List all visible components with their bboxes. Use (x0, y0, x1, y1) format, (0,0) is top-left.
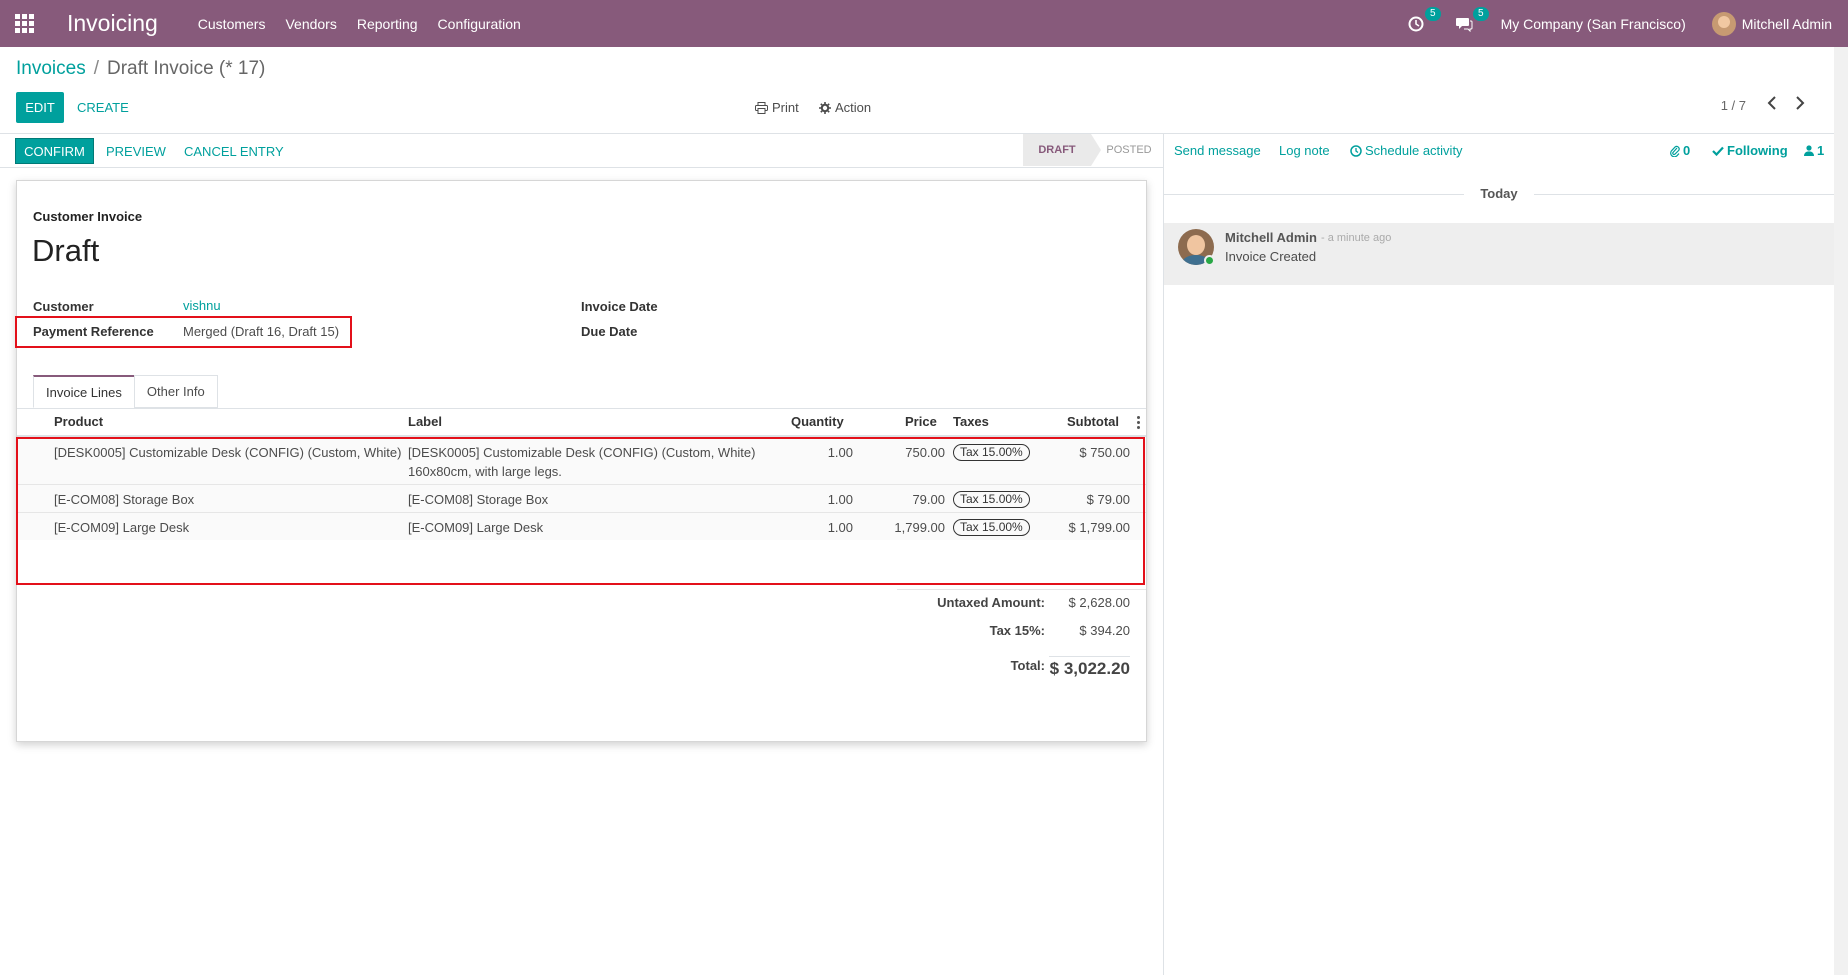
invoice-sheet: Customer Invoice Draft Customer vishnu P… (15, 180, 1147, 742)
attachments-button[interactable]: 0 (1670, 143, 1690, 158)
pager-value[interactable]: 1 / 7 (1721, 98, 1746, 113)
followers-count: 1 (1817, 143, 1825, 158)
schedule-activity-label: Schedule activity (1365, 143, 1463, 158)
confirm-button[interactable]: CONFIRM (15, 138, 94, 164)
breadcrumb: Invoices / Draft Invoice (* 17) (16, 58, 265, 80)
action-dropdown[interactable]: Action (819, 100, 871, 115)
edit-button[interactable]: EDIT (16, 92, 64, 123)
chatter-message[interactable]: Mitchell Admin - a minute ago Invoice Cr… (1164, 223, 1848, 285)
action-label: Action (835, 100, 872, 115)
menu-customers[interactable]: Customers (198, 16, 266, 32)
online-status-icon (1204, 255, 1215, 266)
clock-icon (1350, 144, 1362, 157)
tabs-divider (17, 408, 1146, 409)
log-note-button[interactable]: Log note (1279, 143, 1330, 158)
menu-configuration[interactable]: Configuration (438, 16, 521, 32)
stage-draft[interactable]: DRAFT (1023, 134, 1091, 166)
preview-button[interactable]: PREVIEW (106, 144, 166, 159)
message-author[interactable]: Mitchell Admin (1225, 230, 1317, 245)
create-button[interactable]: CREATE (77, 100, 129, 115)
invoice-title: Draft (32, 233, 100, 268)
menu-vendors[interactable]: Vendors (285, 16, 336, 32)
gear-icon (819, 101, 831, 114)
untaxed-amount-label: Untaxed Amount: (937, 595, 1045, 610)
schedule-activity-button[interactable]: Schedule activity (1350, 143, 1463, 158)
printer-icon (755, 101, 768, 114)
user-menu[interactable]: Mitchell Admin (1711, 11, 1832, 36)
highlight-payment-reference (15, 316, 352, 348)
tax-amount-value: $ 394.20 (1079, 623, 1130, 638)
top-navbar: Invoicing Customers Vendors Reporting Co… (0, 0, 1848, 47)
message-time: - a minute ago (1321, 232, 1392, 244)
column-taxes[interactable]: Taxes (953, 414, 989, 429)
invoice-date-label: Invoice Date (581, 299, 658, 314)
customer-field[interactable]: vishnu (183, 298, 221, 313)
totals-divider (897, 589, 1146, 590)
document-type: Customer Invoice (33, 209, 143, 224)
user-name: Mitchell Admin (1741, 15, 1832, 32)
breadcrumb-separator: / (93, 58, 99, 79)
following-label: Following (1727, 143, 1788, 158)
due-date-label: Due Date (581, 324, 638, 339)
print-dropdown[interactable]: Print (755, 100, 799, 115)
cancel-entry-button[interactable]: CANCEL ENTRY (184, 144, 284, 159)
total-amount-value: $ 3,022.20 (1049, 659, 1130, 678)
paperclip-icon (1670, 145, 1680, 157)
column-quantity[interactable]: Quantity (791, 414, 844, 429)
messages-chat-icon[interactable]: 5 (1453, 6, 1489, 35)
menu-reporting[interactable]: Reporting (357, 16, 418, 32)
tab-invoice-lines[interactable]: Invoice Lines (33, 375, 135, 408)
activity-clock-icon[interactable]: 5 (1405, 6, 1441, 35)
tab-other-info[interactable]: Other Info (133, 375, 218, 408)
status-bar-divider (0, 167, 1164, 168)
pager-next-icon[interactable] (1795, 96, 1805, 115)
message-body: Invoice Created (1225, 249, 1317, 264)
breadcrumb-invoices[interactable]: Invoices (16, 58, 86, 80)
customer-label: Customer (33, 299, 94, 314)
user-icon (1804, 145, 1814, 156)
total-divider (1049, 656, 1130, 657)
pager-previous-icon[interactable] (1767, 96, 1777, 115)
page-scrollbar[interactable] (1834, 47, 1848, 975)
column-subtotal[interactable]: Subtotal (1067, 414, 1119, 429)
highlight-invoice-lines (16, 437, 1145, 585)
print-label: Print (772, 100, 799, 115)
app-name[interactable]: Invoicing (67, 10, 158, 37)
status-bar (0, 134, 1164, 167)
send-message-button[interactable]: Send message (1174, 143, 1261, 158)
check-icon (1712, 146, 1724, 156)
breadcrumb-current: Draft Invoice (* 17) (106, 58, 266, 79)
column-product[interactable]: Product (54, 414, 103, 429)
activity-badge: 5 (1425, 6, 1441, 21)
notebook-tabs: Invoice Lines Other Info (33, 375, 218, 408)
date-separator-label: Today (1464, 186, 1534, 201)
apps-menu-icon[interactable] (0, 0, 48, 47)
column-price[interactable]: Price (905, 414, 937, 429)
messages-badge: 5 (1473, 6, 1489, 21)
company-switcher[interactable]: My Company (San Francisco) (1501, 16, 1686, 32)
following-button[interactable]: Following (1712, 143, 1788, 158)
followers-button[interactable]: 1 (1804, 143, 1824, 158)
chatter-panel: Send message Log note Schedule activity … (1163, 134, 1848, 975)
stage-posted[interactable]: POSTED (1094, 134, 1164, 166)
attachments-count: 0 (1683, 143, 1691, 158)
user-avatar (1711, 11, 1736, 36)
column-label[interactable]: Label (408, 414, 442, 429)
untaxed-amount-value: $ 2,628.00 (1068, 595, 1130, 610)
optional-columns-icon[interactable] (1137, 416, 1140, 431)
tax-amount-label: Tax 15%: (989, 623, 1045, 638)
